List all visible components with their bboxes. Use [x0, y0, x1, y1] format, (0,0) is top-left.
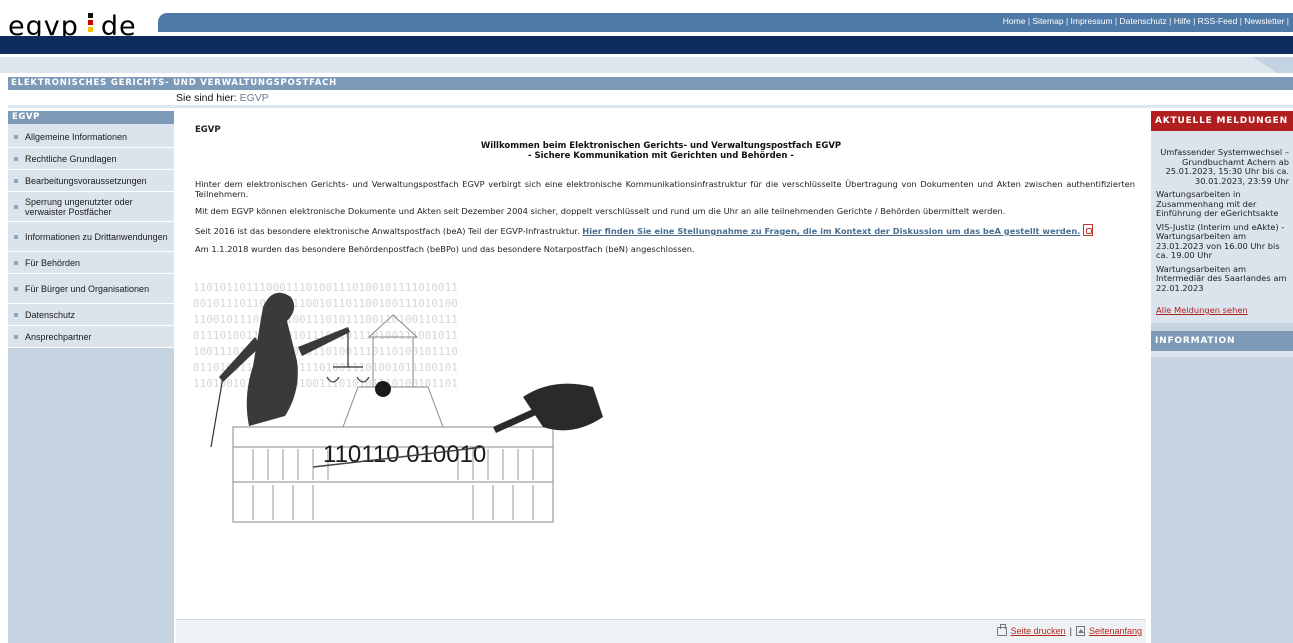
sidebar-item-label: Datenschutz: [25, 309, 76, 320]
sidebar-item-label: Sperrung ungenutzter oder verwaister Pos…: [25, 196, 133, 217]
sidebar-item-fuer-buerger[interactable]: Für Bürger und Organisationen: [8, 274, 174, 304]
sidebar-nav: Allgemeine Informationen Rechtliche Grun…: [8, 126, 174, 348]
binary-text: 110110 010010: [323, 441, 486, 468]
back-to-top-icon[interactable]: [1075, 626, 1085, 636]
bullet-icon: [14, 204, 18, 209]
news-item[interactable]: Wartungsarbeiten in Zusammenhang mit der…: [1156, 189, 1289, 219]
main-content: EGVP Willkommen beim Elektronischen Geri…: [176, 111, 1146, 619]
bullet-icon: [14, 312, 18, 317]
sidebar-item-label: Für Bürger und Organisationen: [25, 283, 150, 294]
right-sidebar: AKTUELLE MELDUNGEN Umfassender Systemwec…: [1151, 111, 1293, 643]
bullet-icon: [14, 156, 18, 161]
welcome-line-1: Willkommen beim Elektronischen Gerichts-…: [480, 141, 842, 151]
bebpo-paragraph: Am 1.1.2018 wurden das besondere Behörde…: [195, 244, 695, 254]
bea-text: Seit 2016 ist das besondere elektronisch…: [195, 226, 583, 236]
svg-text:001011101101001110010110110010: 0010111011010011100101101100100111010100: [193, 297, 458, 310]
left-sidebar: EGVP Allgemeine Informationen Rechtliche…: [8, 111, 174, 643]
sidebar-item-label: Rechtliche Grundlagen: [25, 153, 117, 164]
print-icon[interactable]: [996, 623, 1007, 636]
back-to-top-link[interactable]: Seitenanfang: [1089, 626, 1142, 636]
pale-band: [0, 57, 1293, 73]
pdf-icon[interactable]: [1083, 224, 1094, 236]
intro-paragraph: Hinter dem elektronischen Gerichts- und …: [195, 179, 1135, 199]
top-nav-bar: Home | Sitemap | Impressum | Datenschutz…: [158, 13, 1293, 32]
bullet-icon: [14, 260, 18, 265]
svg-text:110100101110011010011101010111: 1101001011100110100111010101110100101101: [193, 377, 458, 390]
bullet-icon: [14, 286, 18, 291]
all-news-link[interactable]: Alle Meldungen sehen: [1156, 305, 1289, 315]
navy-band: [0, 36, 1293, 54]
sidebar-item-fuer-behoerden[interactable]: Für Behörden: [8, 252, 174, 274]
bea-paragraph: Seit 2016 ist das besondere elektronisch…: [195, 224, 1135, 236]
top-nav-links: Home | Sitemap | Impressum | Datenschutz…: [1002, 16, 1289, 26]
sidebar-item-drittanwendungen[interactable]: Informationen zu Drittanwendungen: [8, 222, 174, 252]
news-heading: AKTUELLE MELDUNGEN: [1151, 111, 1293, 131]
sidebar-item-ansprechpartner[interactable]: Ansprechpartner: [8, 326, 174, 348]
bullet-icon: [14, 234, 18, 239]
top-link-rss-feed[interactable]: RSS-Feed: [1198, 16, 1238, 26]
top-link-home[interactable]: Home: [1003, 16, 1026, 26]
divider: [8, 105, 1293, 108]
footer-links: Seite drucken | Seitenanfang: [996, 623, 1142, 636]
top-link-impressum[interactable]: Impressum: [1071, 16, 1113, 26]
top-link-datenschutz[interactable]: Datenschutz: [1120, 16, 1167, 26]
bullet-icon: [14, 178, 18, 183]
sidebar-item-label: Für Behörden: [25, 257, 81, 268]
information-heading: INFORMATION: [1151, 331, 1293, 351]
sidebar-item-sperrung[interactable]: Sperrung ungenutzter oder verwaister Pos…: [8, 192, 174, 222]
svg-text:100111010010111010110100111011: 1001110100101110101101001110110100101110: [193, 345, 458, 358]
justitia-illustration: 1101011011100011101001110100101111010011…: [193, 277, 603, 527]
svg-text:110101101110001110100111010010: 1101011011100011101001110100101111010011: [193, 281, 458, 294]
sidebar-item-label: Ansprechpartner: [25, 331, 92, 342]
sidebar-item-allgemeine-informationen[interactable]: Allgemeine Informationen: [8, 126, 174, 148]
page: egvp de Home | Sitemap | Impressum | Dat…: [0, 0, 1293, 643]
bea-statement-link[interactable]: Hier finden Sie eine Stellungnahme zu Fr…: [582, 226, 1080, 236]
sidebar-item-datenschutz[interactable]: Datenschutz: [8, 304, 174, 326]
footer-bar: Seite drucken | Seitenanfang: [176, 619, 1146, 643]
bullet-icon: [14, 334, 18, 339]
sidebar-heading: EGVP: [8, 111, 174, 124]
news-item[interactable]: VIS-Justiz (Interim und eAkte) - Wartung…: [1156, 222, 1289, 261]
sidebar-item-label: Informationen zu Drittanwendungen: [25, 231, 168, 242]
breadcrumb-label: Sie sind hier:: [176, 92, 237, 104]
sidebar-item-rechtliche-grundlagen[interactable]: Rechtliche Grundlagen: [8, 148, 174, 170]
sidebar-item-label: Bearbeitungsvoraussetzungen: [25, 175, 147, 186]
information-body: [1151, 351, 1293, 357]
news-item[interactable]: Umfassender Systemwechsel – Grundbuchamt…: [1156, 147, 1289, 186]
news-list: Umfassender Systemwechsel – Grundbuchamt…: [1151, 131, 1293, 323]
print-page-link[interactable]: Seite drucken: [1011, 626, 1066, 636]
bullet-icon: [14, 134, 18, 139]
top-link-newsletter[interactable]: Newsletter: [1244, 16, 1284, 26]
top-link-sitemap[interactable]: Sitemap: [1032, 16, 1063, 26]
breadcrumb: Sie sind hier: EGVP: [176, 91, 269, 105]
welcome-heading: Willkommen beim Elektronischen Gerichts-…: [176, 141, 1146, 161]
sidebar-item-bearbeitungsvoraussetzungen[interactable]: Bearbeitungsvoraussetzungen: [8, 170, 174, 192]
svg-text:110010111001101001110101110011: 1100101110011010011101011100110100110111: [193, 313, 458, 326]
page-title: EGVP: [195, 125, 221, 135]
site-title-bar: ELEKTRONISCHES GERICHTS- UND VERWALTUNGS…: [8, 77, 1293, 90]
news-item[interactable]: Wartungsarbeiten am Intermediär des Saar…: [1156, 264, 1289, 294]
welcome-line-2: - Sichere Kommunikation mit Gerichten un…: [528, 151, 794, 161]
egvp-paragraph: Mit dem EGVP können elektronische Dokume…: [195, 206, 1006, 216]
breadcrumb-current: EGVP: [239, 92, 269, 104]
footer-separator: |: [1069, 626, 1072, 636]
sidebar-item-label: Allgemeine Informationen: [25, 131, 128, 142]
top-link-hilfe[interactable]: Hilfe: [1174, 16, 1191, 26]
